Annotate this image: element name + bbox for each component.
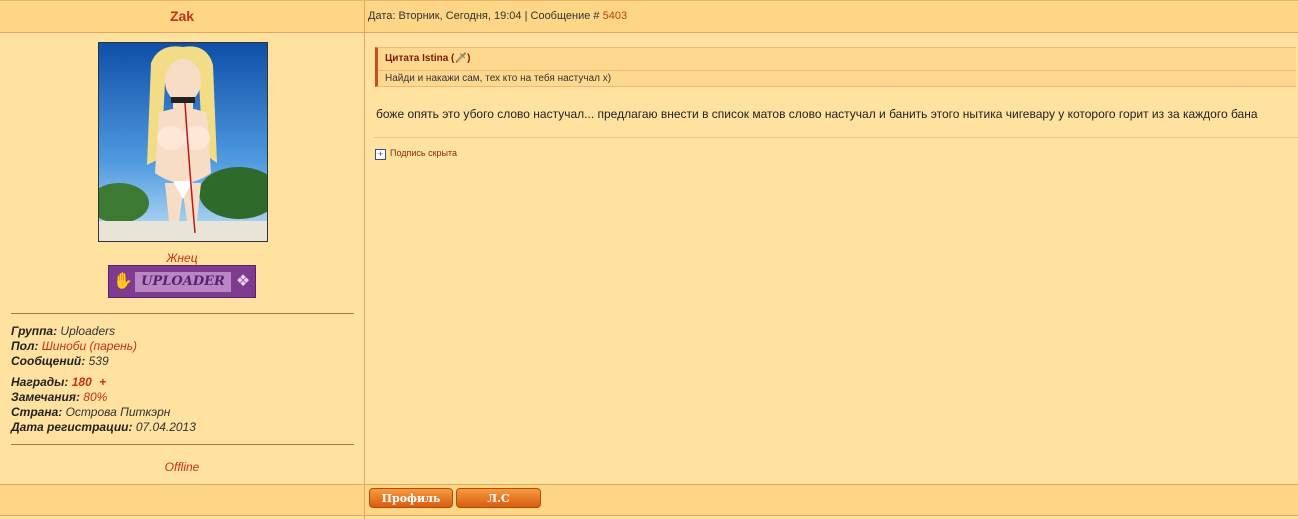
profile-button[interactable]: Профиль xyxy=(369,488,453,508)
quote-header: Цитата Istina (🗡) xyxy=(385,50,470,68)
group-value: Uploaders xyxy=(57,324,116,338)
online-status: Offline xyxy=(164,460,200,474)
posts-value: 539 xyxy=(85,354,109,368)
country-label: Страна: xyxy=(11,405,63,419)
profile-regdate: Дата регистрации: 07.04.2013 xyxy=(11,420,196,435)
profile-divider-bottom xyxy=(11,444,354,445)
regdate-value: 07.04.2013 xyxy=(132,420,196,434)
hand-icon: ✋ xyxy=(113,273,133,290)
rank-badge-text: UPLOADER xyxy=(135,272,231,292)
user-rank: Жнец xyxy=(166,251,198,265)
quote-header-close: ) xyxy=(467,53,471,64)
quote-author[interactable]: Цитата Istina ( xyxy=(385,53,454,64)
post-message: боже опять это убого слово настучал... п… xyxy=(376,107,1258,121)
warnings-label: Замечания: xyxy=(11,390,80,404)
rank-badge: ✋ UPLOADER ❖ xyxy=(108,265,256,298)
user-avatar[interactable] xyxy=(98,42,268,242)
profile-divider xyxy=(11,313,354,314)
forum-post: Zak Дата: Вторник, Сегодня, 19:04 | Сооб… xyxy=(0,0,1298,519)
post-meta-text: Дата: Вторник, Сегодня, 19:04 | Сообщени… xyxy=(368,10,603,22)
author-name[interactable]: Zak xyxy=(0,1,364,32)
add-award-button[interactable]: + xyxy=(99,375,106,389)
quote-block: Цитата Istina (🗡) Найди и накажи сам, те… xyxy=(375,47,1296,87)
private-message-button[interactable]: Л.С xyxy=(456,488,541,508)
post-number-link[interactable]: 5403 xyxy=(603,10,627,22)
regdate-label: Дата регистрации: xyxy=(11,420,133,434)
expand-icon: + xyxy=(375,149,386,160)
cube-icon: ❖ xyxy=(235,273,251,290)
gender-value: Шиноби (парень) xyxy=(38,339,138,353)
profile-country: Страна: Острова Питкэрн xyxy=(11,405,170,420)
awards-value[interactable]: 180 xyxy=(68,375,92,389)
profile-group: Группа: Uploaders xyxy=(11,324,115,339)
signature-label: Подпись скрыта xyxy=(390,148,458,158)
post-footer-bar xyxy=(0,484,1298,516)
posts-label: Сообщений: xyxy=(11,354,86,368)
column-divider xyxy=(364,1,365,519)
group-label: Группа: xyxy=(11,324,58,338)
signature-toggle[interactable]: + Подпись скрыта xyxy=(375,148,457,160)
profile-gender: Пол: Шиноби (парень) xyxy=(11,339,137,354)
warnings-value[interactable]: 80% xyxy=(80,390,107,404)
country-value: Острова Питкэрн xyxy=(62,405,171,419)
message-divider xyxy=(374,137,1298,138)
profile-warnings: Замечания: 80% xyxy=(11,390,107,405)
gender-label: Пол: xyxy=(11,339,39,353)
profile-awards: Награды: 180 + xyxy=(11,375,106,390)
awards-label: Награды: xyxy=(11,375,69,389)
avatar-image xyxy=(99,43,267,241)
kunai-icon: 🗡 xyxy=(454,53,468,64)
profile-posts: Сообщений: 539 xyxy=(11,354,109,369)
quote-text: Найди и накажи сам, тех кто на тебя наст… xyxy=(385,73,612,84)
post-meta: Дата: Вторник, Сегодня, 19:04 | Сообщени… xyxy=(368,1,627,32)
